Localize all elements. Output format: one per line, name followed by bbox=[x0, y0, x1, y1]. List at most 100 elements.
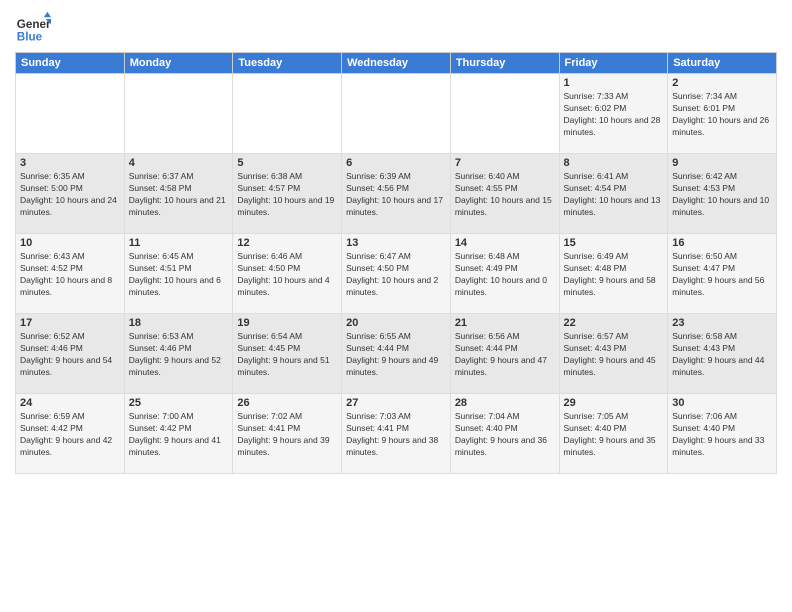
day-number: 5 bbox=[237, 157, 337, 169]
day-info: Sunrise: 6:46 AMSunset: 4:50 PMDaylight:… bbox=[237, 251, 337, 299]
day-number: 9 bbox=[672, 157, 772, 169]
weekday-header-monday: Monday bbox=[124, 53, 233, 74]
day-info: Sunrise: 7:05 AMSunset: 4:40 PMDaylight:… bbox=[564, 411, 664, 459]
weekday-header-thursday: Thursday bbox=[450, 53, 559, 74]
day-info: Sunrise: 7:04 AMSunset: 4:40 PMDaylight:… bbox=[455, 411, 555, 459]
calendar-cell: 22 Sunrise: 6:57 AMSunset: 4:43 PMDayligh… bbox=[559, 314, 668, 394]
calendar-week-5: 24 Sunrise: 6:59 AMSunset: 4:42 PMDayligh… bbox=[16, 394, 777, 474]
calendar-cell: 11 Sunrise: 6:45 AMSunset: 4:51 PMDayligh… bbox=[124, 234, 233, 314]
day-number: 8 bbox=[564, 157, 664, 169]
day-info: Sunrise: 7:03 AMSunset: 4:41 PMDaylight:… bbox=[346, 411, 446, 459]
day-info: Sunrise: 6:54 AMSunset: 4:45 PMDaylight:… bbox=[237, 331, 337, 379]
calendar-cell: 12Sunrise: 6:46 AMSunset: 4:50 PMDayligh… bbox=[233, 234, 342, 314]
weekday-header-row: SundayMondayTuesdayWednesdayThursdayFrid… bbox=[16, 53, 777, 74]
day-number: 6 bbox=[346, 157, 446, 169]
calendar-cell: 21 Sunrise: 6:56 AMSunset: 4:44 PMDayligh… bbox=[450, 314, 559, 394]
day-info: Sunrise: 7:00 AMSunset: 4:42 PMDaylight:… bbox=[129, 411, 229, 459]
day-info: Sunrise: 7:33 AMSunset: 6:02 PMDaylight:… bbox=[564, 91, 664, 139]
day-info: Sunrise: 6:50 AMSunset: 4:47 PMDaylight:… bbox=[672, 251, 772, 299]
day-number: 30 bbox=[672, 397, 772, 409]
calendar-cell: 16 Sunrise: 6:50 AMSunset: 4:47 PMDayligh… bbox=[668, 234, 777, 314]
logo-icon: General Blue bbox=[15, 10, 51, 46]
day-info: Sunrise: 6:55 AMSunset: 4:44 PMDaylight:… bbox=[346, 331, 446, 379]
day-info: Sunrise: 6:42 AMSunset: 4:53 PMDaylight:… bbox=[672, 171, 772, 219]
day-info: Sunrise: 6:45 AMSunset: 4:51 PMDaylight:… bbox=[129, 251, 229, 299]
day-number: 1 bbox=[564, 77, 664, 89]
calendar-cell bbox=[233, 74, 342, 154]
day-number: 2 bbox=[672, 77, 772, 89]
calendar-cell: 6 Sunrise: 6:39 AMSunset: 4:56 PMDaylight… bbox=[342, 154, 451, 234]
day-info: Sunrise: 6:43 AMSunset: 4:52 PMDaylight:… bbox=[20, 251, 120, 299]
day-number: 29 bbox=[564, 397, 664, 409]
day-number: 7 bbox=[455, 157, 555, 169]
calendar-cell: 8 Sunrise: 6:41 AMSunset: 4:54 PMDaylight… bbox=[559, 154, 668, 234]
calendar-cell: 30Sunrise: 7:06 AMSunset: 4:40 PMDayligh… bbox=[668, 394, 777, 474]
day-number: 10 bbox=[20, 237, 120, 249]
day-number: 28 bbox=[455, 397, 555, 409]
calendar-cell bbox=[342, 74, 451, 154]
day-number: 11 bbox=[129, 237, 229, 249]
day-number: 23 bbox=[672, 317, 772, 329]
day-info: Sunrise: 6:40 AMSunset: 4:55 PMDaylight:… bbox=[455, 171, 555, 219]
calendar-week-2: 3 Sunrise: 6:35 AMSunset: 5:00 PMDaylight… bbox=[16, 154, 777, 234]
day-number: 4 bbox=[129, 157, 229, 169]
calendar-cell bbox=[124, 74, 233, 154]
day-number: 26 bbox=[237, 397, 337, 409]
svg-text:Blue: Blue bbox=[17, 31, 43, 44]
weekday-header-sunday: Sunday bbox=[16, 53, 125, 74]
day-number: 19 bbox=[237, 317, 337, 329]
weekday-header-tuesday: Tuesday bbox=[233, 53, 342, 74]
page-header: General Blue bbox=[15, 10, 777, 46]
day-number: 27 bbox=[346, 397, 446, 409]
day-number: 3 bbox=[20, 157, 120, 169]
calendar-cell: 1 Sunrise: 7:33 AMSunset: 6:02 PMDaylight… bbox=[559, 74, 668, 154]
day-info: Sunrise: 6:58 AMSunset: 4:43 PMDaylight:… bbox=[672, 331, 772, 379]
calendar-cell: 9 Sunrise: 6:42 AMSunset: 4:53 PMDaylight… bbox=[668, 154, 777, 234]
day-number: 20 bbox=[346, 317, 446, 329]
day-info: Sunrise: 6:56 AMSunset: 4:44 PMDaylight:… bbox=[455, 331, 555, 379]
calendar-week-1: 1 Sunrise: 7:33 AMSunset: 6:02 PMDaylight… bbox=[16, 74, 777, 154]
day-number: 22 bbox=[564, 317, 664, 329]
day-info: Sunrise: 6:59 AMSunset: 4:42 PMDaylight:… bbox=[20, 411, 120, 459]
svg-text:General: General bbox=[17, 18, 51, 31]
day-info: Sunrise: 7:02 AMSunset: 4:41 PMDaylight:… bbox=[237, 411, 337, 459]
weekday-header-friday: Friday bbox=[559, 53, 668, 74]
day-info: Sunrise: 7:34 AMSunset: 6:01 PMDaylight:… bbox=[672, 91, 772, 139]
calendar-cell: 5Sunrise: 6:38 AMSunset: 4:57 PMDaylight… bbox=[233, 154, 342, 234]
calendar-cell bbox=[16, 74, 125, 154]
day-number: 13 bbox=[346, 237, 446, 249]
day-number: 25 bbox=[129, 397, 229, 409]
day-number: 24 bbox=[20, 397, 120, 409]
logo: General Blue bbox=[15, 10, 51, 46]
calendar-cell: 29 Sunrise: 7:05 AMSunset: 4:40 PMDayligh… bbox=[559, 394, 668, 474]
calendar-table: SundayMondayTuesdayWednesdayThursdayFrid… bbox=[15, 52, 777, 474]
day-info: Sunrise: 6:52 AMSunset: 4:46 PMDaylight:… bbox=[20, 331, 120, 379]
day-info: Sunrise: 6:57 AMSunset: 4:43 PMDaylight:… bbox=[564, 331, 664, 379]
calendar-cell: 4 Sunrise: 6:37 AMSunset: 4:58 PMDaylight… bbox=[124, 154, 233, 234]
calendar-cell: 20 Sunrise: 6:55 AMSunset: 4:44 PMDayligh… bbox=[342, 314, 451, 394]
calendar-week-3: 10 Sunrise: 6:43 AMSunset: 4:52 PMDayligh… bbox=[16, 234, 777, 314]
calendar-cell: 19 Sunrise: 6:54 AMSunset: 4:45 PMDayligh… bbox=[233, 314, 342, 394]
day-info: Sunrise: 6:41 AMSunset: 4:54 PMDaylight:… bbox=[564, 171, 664, 219]
calendar-cell: 28 Sunrise: 7:04 AMSunset: 4:40 PMDayligh… bbox=[450, 394, 559, 474]
calendar-cell: 27 Sunrise: 7:03 AMSunset: 4:41 PMDayligh… bbox=[342, 394, 451, 474]
calendar-cell: 13Sunrise: 6:47 AMSunset: 4:50 PMDayligh… bbox=[342, 234, 451, 314]
day-info: Sunrise: 6:39 AMSunset: 4:56 PMDaylight:… bbox=[346, 171, 446, 219]
calendar-cell: 26 Sunrise: 7:02 AMSunset: 4:41 PMDayligh… bbox=[233, 394, 342, 474]
calendar-cell: 24 Sunrise: 6:59 AMSunset: 4:42 PMDayligh… bbox=[16, 394, 125, 474]
day-number: 18 bbox=[129, 317, 229, 329]
day-info: Sunrise: 6:53 AMSunset: 4:46 PMDaylight:… bbox=[129, 331, 229, 379]
day-number: 16 bbox=[672, 237, 772, 249]
day-number: 17 bbox=[20, 317, 120, 329]
weekday-header-saturday: Saturday bbox=[668, 53, 777, 74]
calendar-cell: 15Sunrise: 6:49 AMSunset: 4:48 PMDayligh… bbox=[559, 234, 668, 314]
day-info: Sunrise: 6:35 AMSunset: 5:00 PMDaylight:… bbox=[20, 171, 120, 219]
calendar-cell: 2 Sunrise: 7:34 AMSunset: 6:01 PMDaylight… bbox=[668, 74, 777, 154]
day-info: Sunrise: 6:49 AMSunset: 4:48 PMDaylight:… bbox=[564, 251, 664, 299]
calendar-cell: 14Sunrise: 6:48 AMSunset: 4:49 PMDayligh… bbox=[450, 234, 559, 314]
day-number: 21 bbox=[455, 317, 555, 329]
calendar-cell: 18 Sunrise: 6:53 AMSunset: 4:46 PMDayligh… bbox=[124, 314, 233, 394]
calendar-cell bbox=[450, 74, 559, 154]
calendar-cell: 25 Sunrise: 7:00 AMSunset: 4:42 PMDayligh… bbox=[124, 394, 233, 474]
day-info: Sunrise: 6:37 AMSunset: 4:58 PMDaylight:… bbox=[129, 171, 229, 219]
